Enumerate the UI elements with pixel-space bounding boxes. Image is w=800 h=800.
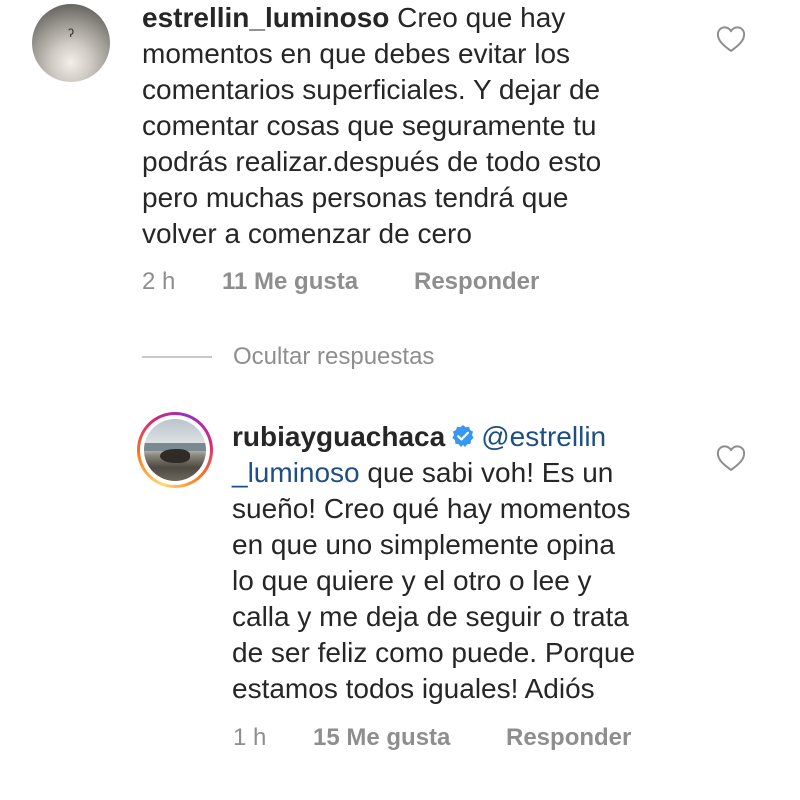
reply-button[interactable]: Responder [506,724,631,752]
verified-badge-icon [452,425,474,447]
reply-time: 1 h [233,724,267,751]
comment-text-line: volver a comenzar de cero [142,218,472,249]
reply-text-line: lo que quiere y el otro o lee y [232,565,592,596]
reply-text-line: en que uno simplemente opina [232,529,615,560]
reply-text-line: de ser feliz como puede. Porque [232,637,636,668]
mention-link-continued[interactable]: _luminoso [232,457,360,488]
comment-body: estrellin_luminoso Creo que hay momentos… [142,0,601,252]
comment-text-line: pero muchas personas tendrá que [142,182,569,213]
reply-username[interactable]: rubiayguachaca [232,421,445,452]
reply-button[interactable]: Responder [414,268,539,296]
commenter-avatar[interactable]: ʔ [32,4,110,82]
heart-outline-icon[interactable] [716,25,746,53]
replier-avatar[interactable] [137,412,213,488]
reply-body: rubiayguachaca @estrellin _luminoso que … [232,419,635,707]
comment-time: 2 h [142,268,176,295]
comment-text-line: comentarios superficiales. Y dejar de [142,74,601,105]
mention-link[interactable]: @estrellin [481,421,606,452]
heart-outline-icon[interactable] [716,444,746,472]
reply-text-line: sueño! Creo qué hay momentos [232,493,631,524]
comment-text-line: comentar cosas que seguramente tu [142,110,597,141]
reply-text-line: estamos todos iguales! Adiós [232,673,595,704]
comment-text-line: podrás realizar.después de todo esto [142,146,602,177]
replies-divider [142,356,212,358]
avatar-mark: ʔ [68,26,74,40]
reply-text-line: calla y me deja de seguir o trata [232,601,629,632]
like-count-button[interactable]: 15 Me gusta [313,724,450,752]
hide-replies-button[interactable]: Ocultar respuestas [233,343,434,371]
like-count-button[interactable]: 11 Me gusta [222,268,358,296]
comment-username[interactable]: estrellin_luminoso [142,2,389,33]
comment-text-line: momentos en que debes evitar los [142,38,571,69]
replier-avatar-photo [144,419,206,481]
reply-text-line: que sabi voh! Es un [359,457,614,488]
comment-text-line: Creo que hay [389,2,566,33]
